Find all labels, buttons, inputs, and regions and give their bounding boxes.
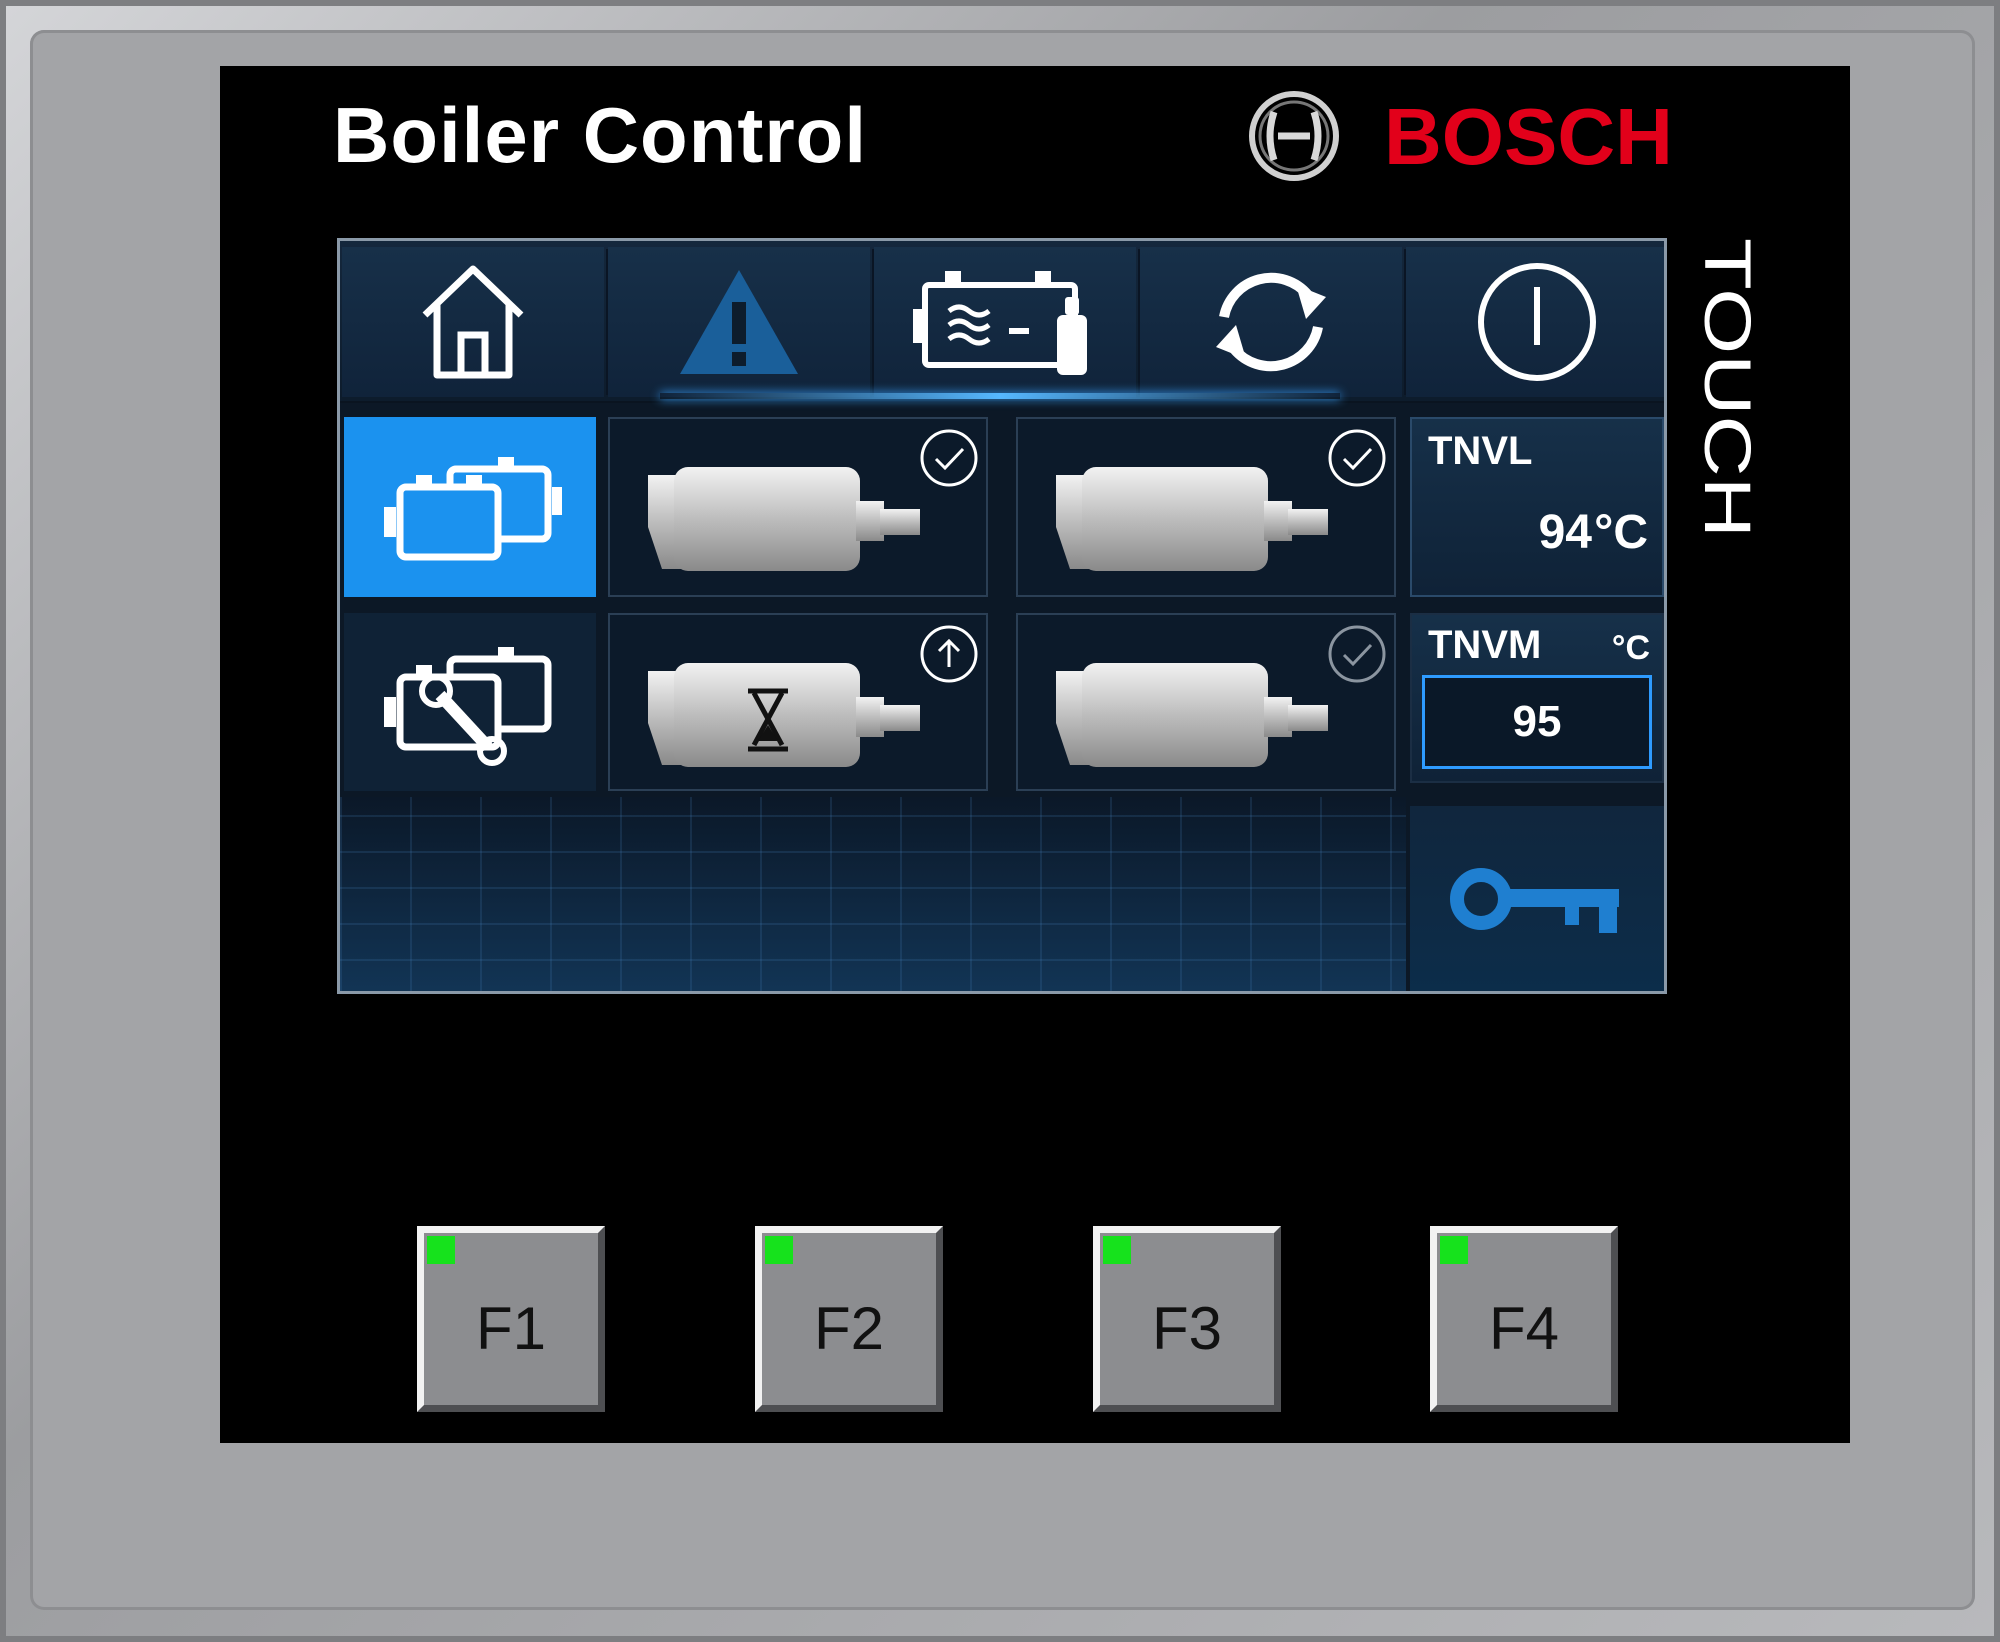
tnvl-value: 94 — [1538, 506, 1592, 559]
check-circle-icon — [920, 429, 978, 487]
nav-power-button[interactable] — [1406, 247, 1664, 397]
boiler-unit-icon — [648, 663, 920, 767]
nav-alarms-button[interactable] — [608, 247, 870, 397]
bosch-emblem-icon — [1249, 91, 1339, 181]
f2-led — [765, 1236, 793, 1264]
power-icon — [1478, 263, 1596, 381]
touch-label: TOUCH — [1695, 238, 1765, 538]
background-grid — [340, 797, 1406, 991]
key-icon — [1450, 868, 1619, 933]
f1-led — [427, 1236, 455, 1264]
side-menu-service[interactable] — [344, 613, 596, 791]
side-menu-boilers[interactable] — [344, 417, 596, 597]
boilers-wrench-icon — [384, 647, 552, 766]
boiler-1-tile[interactable] — [608, 417, 988, 597]
tnvl-label: TNVL — [1428, 429, 1533, 473]
f3-key[interactable]: F3 — [1093, 1226, 1281, 1412]
warning-triangle-icon — [680, 270, 798, 374]
login-key-button[interactable] — [1410, 806, 1664, 991]
f3-label: F3 — [1151, 1294, 1223, 1362]
arrow-up-circle-icon — [920, 625, 978, 683]
f1-key[interactable]: F1 — [417, 1226, 605, 1412]
f2-label: F2 — [813, 1294, 885, 1362]
tnvl-unit: °C — [1594, 506, 1648, 559]
nav-refresh-button[interactable] — [1140, 247, 1402, 397]
house-icon — [422, 265, 524, 379]
nav-home-button[interactable] — [342, 247, 604, 397]
f4-label: F4 — [1488, 1294, 1560, 1362]
tnvm-setpoint: TNVM °C 95 — [1410, 613, 1664, 783]
boiler-unit-icon — [648, 467, 920, 571]
boiler-3-tile[interactable] — [608, 613, 988, 791]
svg-text:TOUCH: TOUCH — [1695, 238, 1765, 538]
f1-label: F1 — [475, 1294, 547, 1362]
tnvm-label: TNVM — [1428, 623, 1542, 667]
boiler-2-tile[interactable] — [1016, 417, 1396, 597]
boilers-icon — [384, 457, 562, 561]
nav-glow — [660, 393, 1340, 399]
boiler-heater-icon — [913, 271, 1087, 375]
boiler-unit-icon — [1056, 663, 1328, 767]
boiler-unit-icon — [1056, 467, 1328, 571]
refresh-arrows-icon — [1216, 272, 1326, 372]
boiler-4-tile[interactable] — [1016, 613, 1396, 791]
tnvm-input[interactable]: 95 — [1422, 675, 1652, 769]
bosch-logo: BOSCH — [1384, 92, 1673, 181]
check-circle-icon — [1328, 625, 1386, 683]
f2-key[interactable]: F2 — [755, 1226, 943, 1412]
f4-led — [1440, 1236, 1468, 1264]
top-nav — [340, 241, 1664, 403]
tnvm-unit: °C — [1611, 629, 1650, 667]
tnvl-readout: TNVL 94 °C — [1410, 417, 1664, 597]
nav-equipment-button[interactable] — [874, 247, 1136, 397]
f3-led — [1103, 1236, 1131, 1264]
f4-key[interactable]: F4 — [1430, 1226, 1618, 1412]
hmi-screen: TNVL 94 °C TNVM °C 95 — [337, 238, 1667, 994]
check-circle-icon — [1328, 429, 1386, 487]
svg-text:BOSCH: BOSCH — [1384, 92, 1673, 181]
panel-title: Boiler Control — [333, 91, 867, 179]
